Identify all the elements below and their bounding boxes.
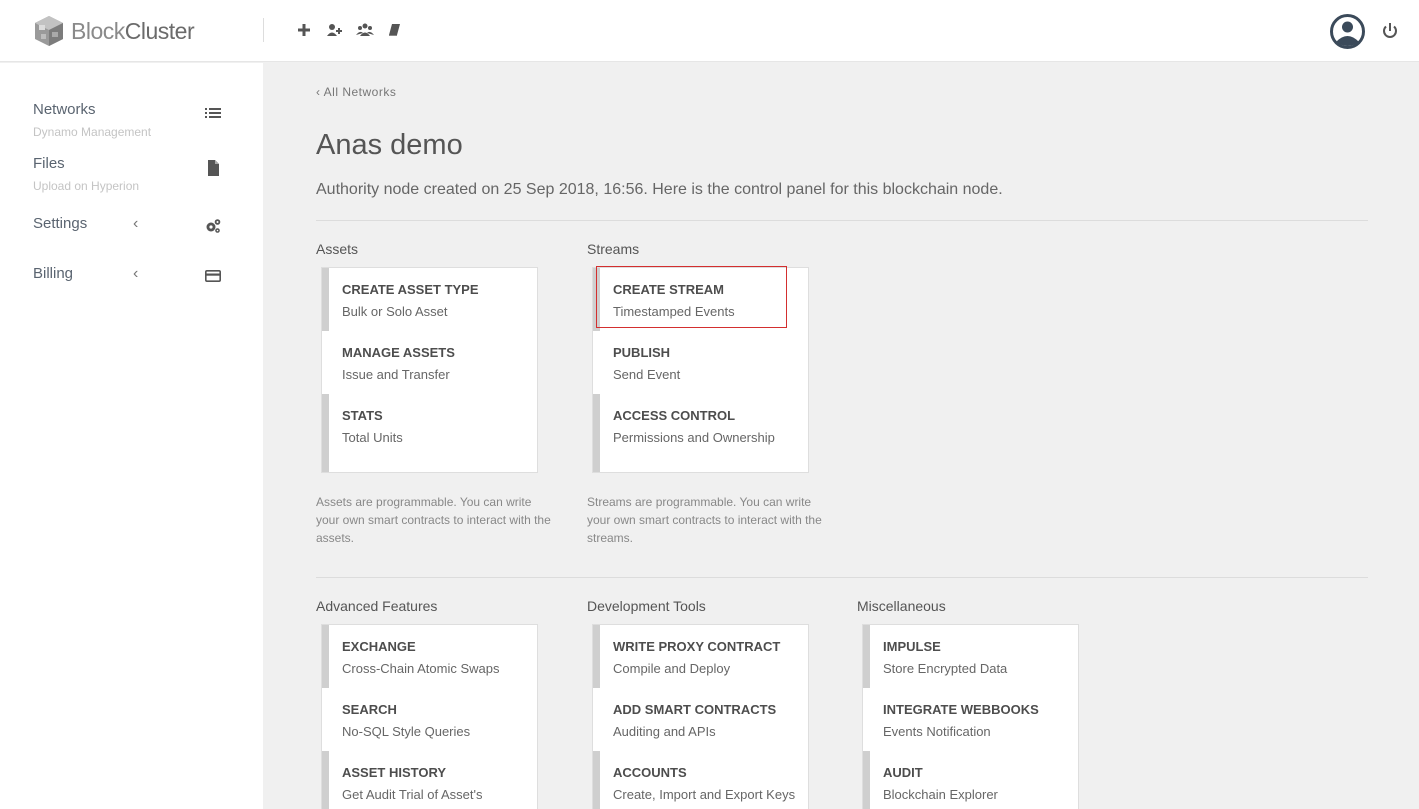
section-title: Development Tools: [587, 598, 706, 614]
add-user-icon[interactable]: [326, 20, 342, 40]
sidebar-item-title: Files: [33, 155, 65, 172]
assets-card: CREATE ASSET TYPE Bulk or Solo Asset MAN…: [321, 267, 538, 473]
card-item-create-stream[interactable]: CREATE STREAM Timestamped Events: [593, 268, 808, 331]
card-item-manage-assets[interactable]: MANAGE ASSETS Issue and Transfer: [322, 331, 537, 394]
card-item-accounts[interactable]: ACCOUNTS Create, Import and Export Keys: [593, 751, 808, 809]
card-item-title: PUBLISH: [613, 345, 671, 360]
page-description: Authority node created on 25 Sep 2018, 1…: [316, 181, 1003, 198]
section-title: Assets: [316, 241, 359, 257]
development-tools-card: WRITE PROXY CONTRACT Compile and Deploy …: [592, 624, 809, 809]
users-icon[interactable]: [356, 20, 374, 40]
card-item-title: MANAGE ASSETS: [342, 345, 455, 360]
list-icon: [205, 108, 221, 118]
card-item-audit[interactable]: AUDIT Blockchain Explorer: [863, 751, 1078, 809]
card-item-title: STATS: [342, 408, 383, 423]
card-item-title: EXCHANGE: [342, 639, 416, 654]
gears-icon: [206, 219, 221, 233]
card-item-subtitle: Timestamped Events: [613, 304, 735, 319]
card-item-subtitle: Issue and Transfer: [342, 367, 450, 382]
card-item-subtitle: Total Units: [342, 430, 403, 445]
sidebar-item-subtitle: Dynamo Management: [33, 125, 152, 139]
power-icon[interactable]: [1380, 21, 1400, 41]
card-item-title: SEARCH: [342, 702, 397, 717]
sidebar-item-title: Networks: [33, 101, 96, 118]
card-item-publish[interactable]: PUBLISH Send Event: [593, 331, 808, 394]
card-item-subtitle: Bulk or Solo Asset: [342, 304, 448, 319]
card-item-write-proxy-contract[interactable]: WRITE PROXY CONTRACT Compile and Deploy: [593, 625, 808, 688]
sidebar: Networks Dynamo Management Files Upload …: [0, 63, 263, 809]
top-bar: BlockCluster: [0, 0, 1419, 62]
file-icon: [208, 160, 219, 176]
sidebar-item-networks[interactable]: Networks Dynamo Management: [33, 101, 233, 139]
card-item-add-smart-contracts[interactable]: ADD SMART CONTRACTS Auditing and APIs: [593, 688, 808, 751]
card-item-subtitle: Compile and Deploy: [613, 661, 731, 676]
section-title: Miscellaneous: [857, 598, 946, 614]
logo-text: BlockCluster: [71, 17, 195, 45]
card-item-subtitle: Blockchain Explorer: [883, 787, 998, 802]
card-item-title: ACCOUNTS: [613, 765, 687, 780]
card-item-subtitle: Create, Import and Export Keys: [613, 787, 796, 802]
sidebar-item-billing[interactable]: Billing ‹: [33, 265, 233, 282]
plus-icon[interactable]: [296, 20, 312, 40]
section-note: Assets are programmable. You can write y…: [316, 495, 551, 545]
divider: [316, 220, 1368, 221]
chevron-left-icon: ‹: [133, 265, 139, 282]
card-item-title: ACCESS CONTROL: [613, 408, 736, 423]
card-item-exchange[interactable]: EXCHANGE Cross-Chain Atomic Swaps: [322, 625, 537, 688]
card-item-title: INTEGRATE WEBBOOKS: [883, 702, 1039, 717]
card-item-title: CREATE ASSET TYPE: [342, 282, 479, 297]
logo[interactable]: BlockCluster: [33, 14, 195, 48]
section-miscellaneous: Miscellaneous IMPULSE Store Encrypted Da…: [857, 598, 1097, 809]
main-content: ‹ All Networks Anas demo Authority node …: [263, 63, 1419, 809]
card-item-impulse[interactable]: IMPULSE Store Encrypted Data: [863, 625, 1078, 688]
card-item-create-asset-type[interactable]: CREATE ASSET TYPE Bulk or Solo Asset: [322, 268, 537, 331]
sidebar-item-files[interactable]: Files Upload on Hyperion: [33, 155, 233, 193]
chevron-left-icon: ‹: [133, 215, 139, 232]
card-item-subtitle: Cross-Chain Atomic Swaps: [342, 661, 500, 676]
card-item-access-control[interactable]: ACCESS CONTROL Permissions and Ownership: [593, 394, 808, 472]
card-item-title: IMPULSE: [883, 639, 941, 654]
logo-prefix: Block: [71, 17, 125, 44]
section-advanced-features: Advanced Features EXCHANGE Cross-Chain A…: [316, 598, 556, 809]
card-item-asset-history[interactable]: ASSET HISTORY Get Audit Trial of Asset's: [322, 751, 537, 809]
card-item-subtitle: Permissions and Ownership: [613, 430, 775, 445]
book-icon[interactable]: [386, 20, 402, 40]
card-item-title: ASSET HISTORY: [342, 765, 447, 780]
advanced-features-card: EXCHANGE Cross-Chain Atomic Swaps SEARCH…: [321, 624, 538, 809]
credit-card-icon: [205, 269, 221, 282]
card-item-stats[interactable]: STATS Total Units: [322, 394, 537, 472]
logo-suffix: Cluster: [124, 17, 195, 44]
card-item-title: ADD SMART CONTRACTS: [613, 702, 777, 717]
card-item-title: WRITE PROXY CONTRACT: [613, 639, 781, 654]
card-item-subtitle: Send Event: [613, 367, 681, 382]
back-link-all-networks[interactable]: ‹ All Networks: [316, 85, 396, 99]
miscellaneous-card: IMPULSE Store Encrypted Data INTEGRATE W…: [862, 624, 1079, 809]
streams-card: CREATE STREAM Timestamped Events PUBLISH…: [592, 267, 809, 473]
section-title: Streams: [587, 241, 640, 257]
top-actions: [296, 20, 402, 40]
avatar-icon[interactable]: [1330, 14, 1365, 49]
card-item-subtitle: Get Audit Trial of Asset's: [342, 787, 483, 802]
page-title: Anas demo: [316, 129, 463, 161]
card-item-search[interactable]: SEARCH No-SQL Style Queries: [322, 688, 537, 751]
card-item-subtitle: Events Notification: [883, 724, 991, 739]
card-item-integrate-webbooks[interactable]: INTEGRATE WEBBOOKS Events Notification: [863, 688, 1078, 751]
section-development-tools: Development Tools WRITE PROXY CONTRACT C…: [587, 598, 827, 809]
card-item-subtitle: No-SQL Style Queries: [342, 724, 471, 739]
sidebar-item-settings[interactable]: Settings ‹: [33, 215, 233, 233]
card-item-subtitle: Store Encrypted Data: [883, 661, 1008, 676]
section-note: Streams are programmable. You can write …: [587, 495, 822, 545]
section-streams: Streams CREATE STREAM Timestamped Events…: [587, 241, 827, 545]
card-item-subtitle: Auditing and APIs: [613, 724, 716, 739]
top-divider: [263, 18, 264, 42]
section-title: Advanced Features: [316, 598, 438, 614]
sidebar-item-subtitle: Upload on Hyperion: [33, 179, 140, 193]
logo-cube-icon: [35, 16, 63, 46]
card-item-title: CREATE STREAM: [613, 282, 724, 297]
card-item-title: AUDIT: [883, 765, 923, 780]
divider: [316, 577, 1368, 578]
section-assets: Assets CREATE ASSET TYPE Bulk or Solo As…: [316, 241, 556, 545]
